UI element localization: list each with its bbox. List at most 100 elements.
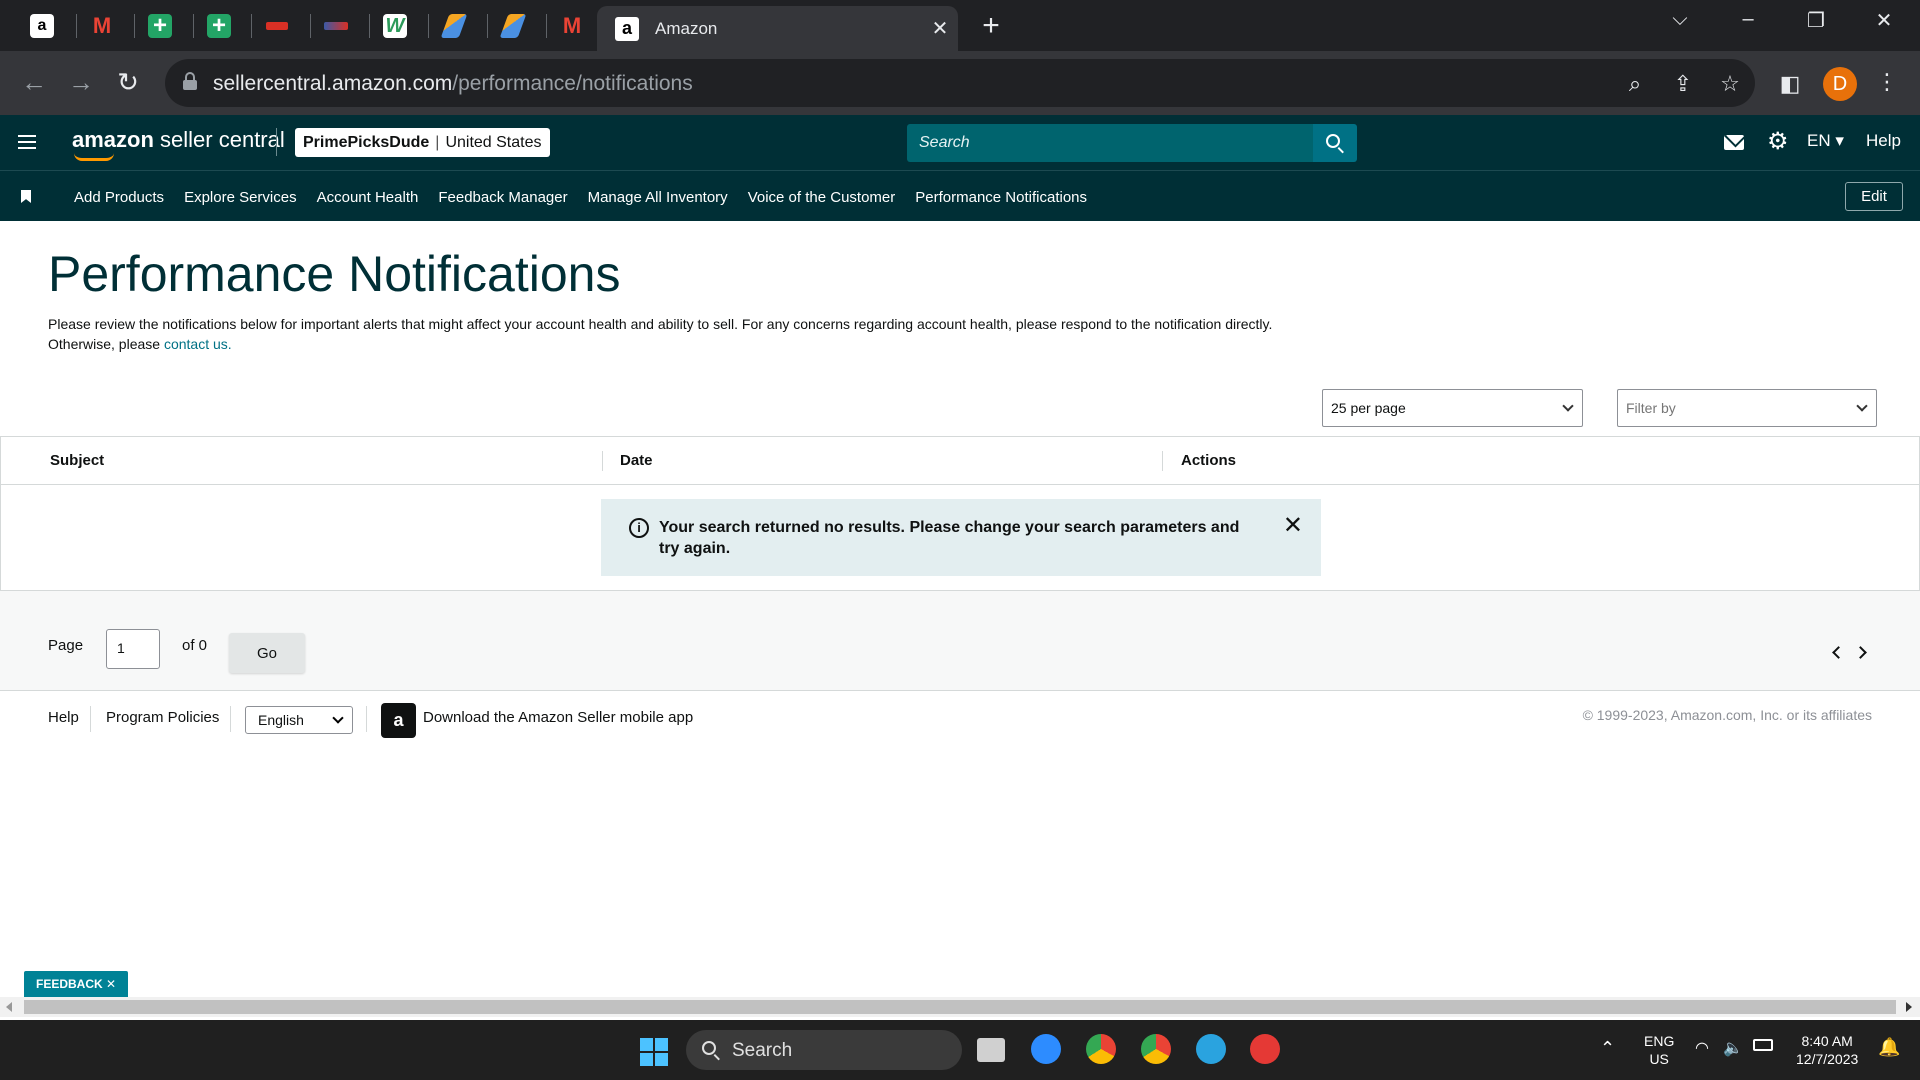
footer-language-select[interactable]: English — [245, 706, 353, 734]
chevron-down-icon — [1856, 400, 1868, 412]
contact-us-link[interactable]: contact us. — [164, 336, 232, 352]
store-switcher[interactable]: PrimePicksDude | United States — [295, 128, 550, 157]
side-panel-icon[interactable]: ◧ — [1775, 71, 1805, 97]
task-view-icon[interactable] — [977, 1038, 1005, 1062]
zoom-icon[interactable]: ⌕ — [1620, 71, 1650, 97]
input-language[interactable]: ENG US — [1644, 1032, 1674, 1068]
nav-add-products[interactable]: Add Products — [74, 189, 164, 206]
address-bar[interactable]: sellercentral.amazon.com/performance/not… — [165, 59, 1755, 107]
gmail-icon: M — [562, 13, 582, 38]
page-title: Performance Notifications — [48, 246, 621, 302]
scrollbar-thumb[interactable] — [24, 1000, 1896, 1014]
per-page-select[interactable]: 25 per page — [1322, 389, 1583, 427]
next-page-icon[interactable] — [1854, 646, 1867, 659]
clock[interactable]: 8:40 AM 12/7/2023 — [1796, 1032, 1858, 1068]
bookmark-icon[interactable] — [21, 190, 31, 203]
scroll-right-icon[interactable] — [1906, 1002, 1912, 1012]
feedback-button[interactable]: FEEDBACK ✕ — [24, 971, 129, 997]
close-tab-icon[interactable]: ✕ — [922, 16, 958, 41]
w-logo-icon: W — [383, 14, 407, 38]
help-link[interactable]: Help — [1866, 131, 1901, 151]
nav-manage-all-inventory[interactable]: Manage All Inventory — [588, 189, 728, 206]
reload-icon[interactable]: ↻ — [110, 67, 146, 98]
tab-separator — [76, 14, 77, 38]
pinned-tab-app[interactable] — [255, 8, 299, 44]
back-icon[interactable]: ← — [16, 67, 52, 98]
notifications-table: Subject Date Actions i Your search retur… — [0, 436, 1920, 591]
pinned-tab-gmail-2[interactable]: M — [550, 8, 594, 44]
pinned-tab-app-3[interactable] — [432, 8, 476, 44]
seller-app-icon[interactable]: a — [381, 703, 416, 738]
close-icon[interactable]: ✕ — [1283, 514, 1303, 538]
hamburger-menu-icon[interactable] — [18, 135, 36, 153]
horizontal-scrollbar[interactable] — [0, 997, 1920, 1017]
nav-feedback-manager[interactable]: Feedback Manager — [438, 189, 567, 206]
search-button[interactable] — [1313, 124, 1357, 162]
go-button[interactable]: Go — [229, 633, 305, 673]
footer-help-link[interactable]: Help — [48, 709, 79, 726]
pinned-tab-gmail[interactable]: M — [80, 8, 124, 44]
pinned-tab-w[interactable]: W — [373, 8, 417, 44]
forward-icon[interactable]: → — [63, 67, 99, 98]
app-logo-icon — [324, 22, 348, 30]
column-actions[interactable]: Actions — [1181, 452, 1236, 469]
scroll-left-icon[interactable] — [6, 1002, 12, 1012]
page-number-input[interactable]: 1 — [106, 629, 160, 669]
sheets-icon: + — [148, 12, 172, 39]
download-app-link[interactable]: Download the Amazon Seller mobile app — [423, 709, 693, 726]
tab-separator — [193, 14, 194, 38]
zoom-icon[interactable] — [1031, 1034, 1061, 1064]
tray-chevron-icon[interactable]: ⌃ — [1600, 1038, 1615, 1059]
previous-page-icon[interactable] — [1832, 646, 1845, 659]
copyright: © 1999-2023, Amazon.com, Inc. or its aff… — [1582, 707, 1872, 723]
pinned-tab-app-4[interactable] — [491, 8, 535, 44]
telegram-icon[interactable] — [1196, 1034, 1226, 1064]
seller-central-logo[interactable]: amazon seller central — [72, 127, 285, 153]
pinned-tab-amazon[interactable]: a — [20, 8, 64, 44]
chrome-icon[interactable] — [1086, 1034, 1116, 1064]
profile-avatar[interactable]: D — [1823, 67, 1857, 101]
share-icon[interactable]: ⇪ — [1668, 71, 1698, 97]
header-divider — [276, 128, 277, 156]
gear-icon[interactable]: ⚙ — [1767, 127, 1789, 156]
page-count: of 0 — [182, 637, 208, 654]
column-divider — [1162, 451, 1163, 471]
column-date[interactable]: Date — [620, 452, 653, 469]
browser-toolbar: ← → ↻ sellercentral.amazon.com/performan… — [0, 51, 1920, 115]
edit-button[interactable]: Edit — [1845, 182, 1903, 211]
chrome-icon[interactable] — [1141, 1034, 1171, 1064]
nav-performance-notifications[interactable]: Performance Notifications — [915, 189, 1087, 206]
no-results-message: Your search returned no results. Please … — [659, 519, 1240, 557]
store-region: United States — [445, 133, 542, 151]
windows-start-icon[interactable] — [640, 1038, 668, 1066]
tab-search-icon[interactable]: ⌵ — [1660, 8, 1700, 31]
bookmark-star-icon[interactable]: ☆ — [1715, 71, 1745, 97]
pinned-tab-sheets[interactable]: + — [138, 8, 182, 44]
taskbar-search[interactable]: Search — [686, 1030, 962, 1070]
filter-select[interactable]: Filter by — [1617, 389, 1877, 427]
wifi-icon[interactable]: ◠ — [1695, 1038, 1709, 1058]
close-window-icon[interactable]: ✕ — [1864, 8, 1904, 33]
app-check-icon[interactable] — [1250, 1034, 1280, 1064]
seller-central-header: amazon seller central PrimePicksDude | U… — [0, 115, 1920, 170]
battery-icon[interactable] — [1753, 1039, 1773, 1051]
restore-icon[interactable]: ❐ — [1796, 8, 1836, 33]
pinned-tab-app-2[interactable] — [314, 8, 358, 44]
bookmark-nav-bar: Add Products Explore Services Account He… — [0, 170, 1920, 221]
notification-bell-icon[interactable]: 🔔 — [1878, 1037, 1900, 1058]
new-tab-button[interactable]: + — [975, 10, 1007, 42]
pinned-tab-sheets-2[interactable]: + — [197, 8, 241, 44]
mail-icon[interactable] — [1724, 135, 1744, 150]
volume-icon[interactable]: 🔈 — [1723, 1038, 1743, 1058]
minimize-icon[interactable]: – — [1728, 8, 1768, 31]
search-input[interactable]: Search — [907, 124, 1313, 162]
program-policies-link[interactable]: Program Policies — [106, 709, 219, 726]
language-selector[interactable]: EN ▾ — [1807, 131, 1844, 151]
nav-account-health[interactable]: Account Health — [317, 189, 419, 206]
nav-voice-of-customer[interactable]: Voice of the Customer — [748, 189, 896, 206]
nav-explore-services[interactable]: Explore Services — [184, 189, 297, 206]
page-label: Page — [48, 637, 84, 654]
column-subject[interactable]: Subject — [50, 452, 104, 469]
active-tab[interactable]: a Amazon ✕ — [597, 6, 958, 51]
browser-menu-icon[interactable]: ⋮ — [1872, 69, 1902, 95]
